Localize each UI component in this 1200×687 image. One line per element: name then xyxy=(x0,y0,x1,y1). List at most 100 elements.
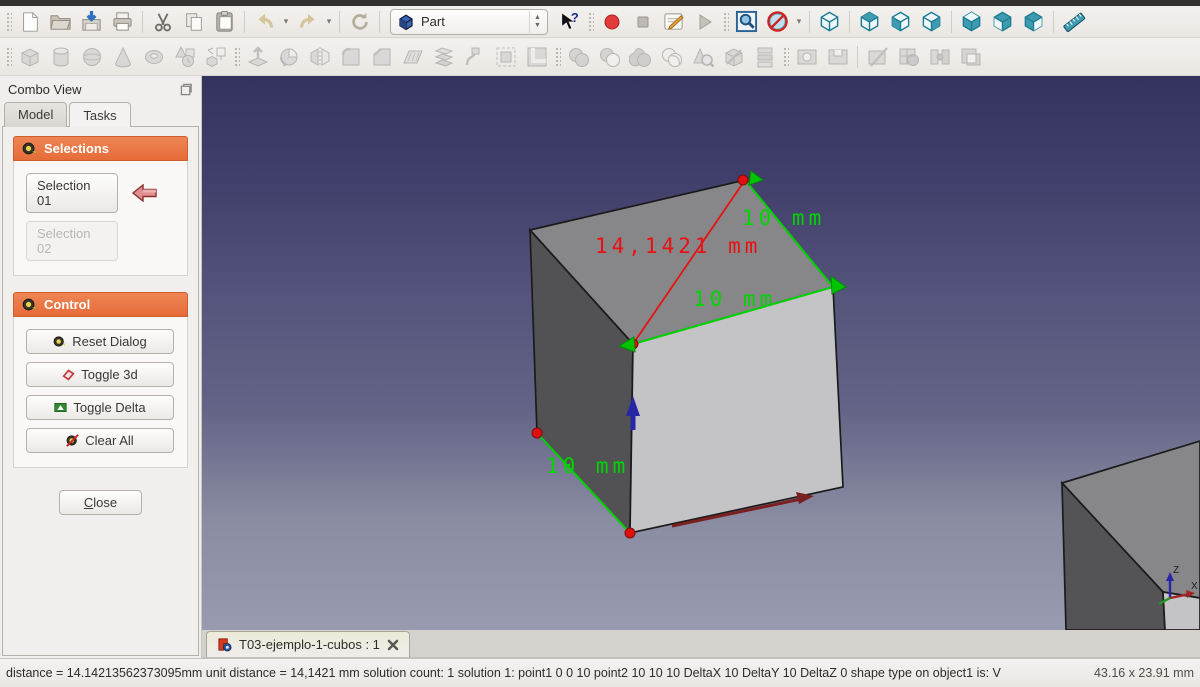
3d-viewport[interactable]: 14,1421 mm 10 mm 10 mm 10 mm Z X xyxy=(202,76,1200,630)
view-rear-button[interactable] xyxy=(956,8,987,36)
toolbar-drag-handle[interactable] xyxy=(587,10,594,33)
part-torus-button[interactable] xyxy=(138,43,169,71)
measure-label-edge-top-back: 10 mm xyxy=(742,206,825,230)
workbench-selector[interactable]: Part ▲ ▼ xyxy=(390,8,548,35)
part-revolve-button[interactable] xyxy=(273,43,304,71)
stop-icon xyxy=(637,16,648,27)
tab-tasks[interactable]: Tasks xyxy=(69,102,131,127)
view-isometric-button[interactable] xyxy=(814,8,845,36)
open-file-button[interactable] xyxy=(45,8,76,36)
part-boolean-fuse-button[interactable] xyxy=(625,43,656,71)
measure-tape-icon xyxy=(22,142,37,155)
new-file-button[interactable] xyxy=(14,8,45,36)
view-front-button[interactable] xyxy=(854,8,885,36)
toolbar-separator xyxy=(809,10,810,33)
refresh-button[interactable] xyxy=(344,8,375,36)
redo-dropdown-arrow[interactable]: ▾ xyxy=(323,8,335,36)
toggle-delta-button[interactable]: Toggle Delta xyxy=(26,395,174,420)
selection-01-button[interactable]: Selection 01 xyxy=(26,173,118,213)
undo-button[interactable] xyxy=(249,8,280,36)
selections-section: Selections Selection 01 Selection 02 xyxy=(13,136,188,276)
boolean-fragments-icon xyxy=(899,48,919,66)
part-boolean-cut-button[interactable] xyxy=(656,43,687,71)
pointer-arrow-icon xyxy=(132,184,157,202)
sweep-icon xyxy=(465,47,479,65)
reset-dialog-button[interactable]: Reset Dialog xyxy=(26,329,174,354)
whats-this-button[interactable]: ? xyxy=(554,8,585,36)
toolbar-separator xyxy=(1053,10,1054,33)
clear-all-button[interactable]: Clear All xyxy=(26,428,174,453)
part-boolean-union-button[interactable] xyxy=(563,43,594,71)
part-mirror-button[interactable] xyxy=(304,43,335,71)
cut-button[interactable] xyxy=(147,8,178,36)
document-tab-bar: T03-ejemplo-1-cubos : 1 xyxy=(202,630,1200,658)
toolbar-separator xyxy=(339,10,340,33)
workbench-spinner[interactable]: ▲ ▼ xyxy=(529,10,545,33)
part-check-geometry-button[interactable] xyxy=(687,43,718,71)
paste-button[interactable] xyxy=(209,8,240,36)
reset-dialog-icon xyxy=(53,336,66,347)
macro-edit-button[interactable] xyxy=(658,8,689,36)
toolbar-drag-handle[interactable] xyxy=(554,45,561,68)
status-message: distance = 14.14213562373095mm unit dist… xyxy=(6,666,1001,680)
view-right-button[interactable] xyxy=(916,8,947,36)
part-defeaturing-button[interactable] xyxy=(718,43,749,71)
part-chamfer-button[interactable] xyxy=(366,43,397,71)
part-join-connect-button[interactable] xyxy=(791,43,822,71)
toolbar-separator xyxy=(857,45,858,68)
part-cylinder-button[interactable] xyxy=(45,43,76,71)
part-sweep-button[interactable] xyxy=(459,43,490,71)
part-join-cutout-button[interactable] xyxy=(822,43,853,71)
toolbar-drag-handle[interactable] xyxy=(233,45,240,68)
boolean-union-icon xyxy=(568,47,589,67)
tab-model[interactable]: Model xyxy=(4,102,68,127)
draw-style-dropdown-arrow[interactable]: ▾ xyxy=(793,8,805,36)
document-tab[interactable]: T03-ejemplo-1-cubos : 1 xyxy=(206,631,410,657)
view-left-button[interactable] xyxy=(1018,8,1049,36)
measure-linear-button[interactable] xyxy=(1058,8,1089,36)
part-slice-apart-button[interactable] xyxy=(924,43,955,71)
part-boolean-common-button[interactable] xyxy=(594,43,625,71)
close-button[interactable]: Close xyxy=(58,490,143,515)
toolbar-drag-handle[interactable] xyxy=(5,45,12,68)
print-button[interactable] xyxy=(107,8,138,36)
part-loft-button[interactable] xyxy=(428,43,459,71)
part-shape-builder-button[interactable] xyxy=(200,43,231,71)
part-thickness-button[interactable] xyxy=(521,43,552,71)
draw-style-button[interactable] xyxy=(762,8,793,36)
part-boolean-fragments-button[interactable] xyxy=(893,43,924,71)
svg-text:?: ? xyxy=(570,11,578,25)
macro-record-button[interactable] xyxy=(596,8,627,36)
macro-play-button[interactable] xyxy=(689,8,720,36)
workbench-cube-icon xyxy=(399,14,413,30)
part-cone-button[interactable] xyxy=(107,43,138,71)
save-button[interactable] xyxy=(76,8,107,36)
undo-dropdown-arrow[interactable]: ▾ xyxy=(280,8,292,36)
part-offset-button[interactable] xyxy=(490,43,521,71)
part-fillet-button[interactable] xyxy=(335,43,366,71)
macro-stop-button[interactable] xyxy=(627,8,658,36)
part-boolean-xor-button[interactable] xyxy=(955,43,986,71)
part-ruled-surface-button[interactable] xyxy=(397,43,428,71)
fit-all-button[interactable] xyxy=(731,8,762,36)
mirror-icon xyxy=(310,46,329,67)
part-slice-button[interactable] xyxy=(862,43,893,71)
toggle-3d-button[interactable]: Toggle 3d xyxy=(26,362,174,387)
copy-button[interactable] xyxy=(178,8,209,36)
view-top-button[interactable] xyxy=(885,8,916,36)
selection-02-button[interactable]: Selection 02 xyxy=(26,221,118,261)
part-create-primitives-button[interactable] xyxy=(169,43,200,71)
part-compound-button[interactable] xyxy=(749,43,780,71)
part-extrude-button[interactable] xyxy=(242,43,273,71)
redo-button[interactable] xyxy=(292,8,323,36)
part-sphere-button[interactable] xyxy=(76,43,107,71)
float-panel-icon[interactable] xyxy=(180,83,193,96)
toolbar-drag-handle[interactable] xyxy=(722,10,729,33)
view-bottom-button[interactable] xyxy=(987,8,1018,36)
vertex-arrow xyxy=(830,274,847,295)
part-box-button[interactable] xyxy=(14,43,45,71)
compound-icon xyxy=(757,47,772,67)
toolbar-drag-handle[interactable] xyxy=(5,10,12,33)
close-tab-icon[interactable] xyxy=(387,639,399,651)
toolbar-drag-handle[interactable] xyxy=(782,45,789,68)
